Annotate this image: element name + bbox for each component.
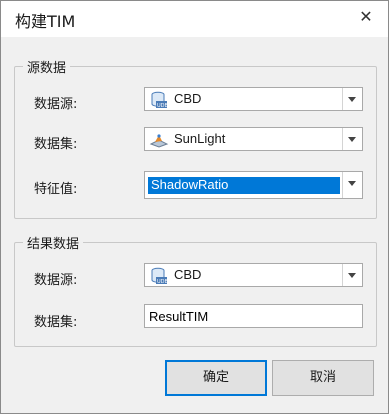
source-datasource-combobox[interactable]: UDB CBD [144, 87, 363, 111]
dialog-title: 构建TIM [15, 12, 76, 31]
result-data-group [14, 242, 377, 347]
chevron-down-icon[interactable] [342, 264, 362, 286]
field-selected-value: ShadowRatio [148, 177, 340, 194]
result-dataset-input[interactable] [144, 304, 363, 328]
chevron-down-icon[interactable] [342, 88, 362, 110]
svg-text:UDB: UDB [157, 103, 169, 109]
raster-dataset-icon [149, 132, 169, 152]
cancel-button[interactable]: 取消 [272, 360, 374, 396]
result-datasource-label: 数据源: [34, 273, 78, 288]
close-icon[interactable]: ✕ [358, 9, 374, 25]
result-dataset-label: 数据集: [34, 315, 78, 330]
source-data-legend: 源数据 [23, 57, 71, 76]
title-bar: 构建TIM ✕ [1, 1, 388, 37]
chevron-down-icon[interactable] [342, 128, 362, 150]
source-datasource-value: CBD [174, 91, 202, 106]
source-datasource-label: 数据源: [34, 97, 78, 112]
result-datasource-value: CBD [174, 267, 202, 282]
source-dataset-combobox[interactable]: SunLight [144, 127, 363, 151]
database-icon: UDB [149, 91, 169, 113]
ok-button[interactable]: 确定 [165, 360, 267, 396]
result-datasource-combobox[interactable]: UDB CBD [144, 263, 363, 287]
field-combobox[interactable]: ShadowRatio [144, 171, 363, 199]
field-label: 特征值: [34, 182, 78, 197]
database-icon: UDB [149, 267, 169, 289]
source-dataset-value: SunLight [174, 131, 226, 146]
chevron-down-icon[interactable] [342, 172, 362, 198]
build-tim-dialog: 构建TIM ✕ 源数据 数据源: UDB CBD 数据集: SunLight 特… [0, 0, 389, 414]
source-dataset-label: 数据集: [34, 137, 78, 152]
svg-text:UDB: UDB [157, 279, 169, 285]
result-data-legend: 结果数据 [23, 233, 84, 252]
